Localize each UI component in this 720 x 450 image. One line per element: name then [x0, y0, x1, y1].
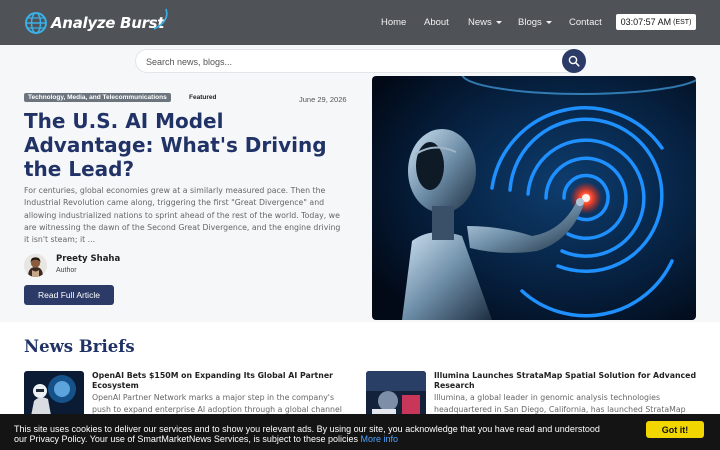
author-avatar — [24, 254, 47, 277]
clock-timezone: (EST) — [673, 18, 692, 26]
search-bar — [135, 49, 586, 73]
category-badge[interactable]: Technology, Media, and Telecommunication… — [24, 93, 171, 102]
globe-icon — [25, 12, 47, 34]
caret-down-icon — [495, 21, 502, 24]
nav-news-dropdown[interactable]: News — [468, 0, 502, 45]
top-navbar: Analyze Burst Home About News Blogs Cont… — [0, 0, 720, 45]
site-logo[interactable]: Analyze Burst — [24, 8, 172, 38]
search-button[interactable] — [562, 49, 586, 73]
cookie-more-info-link[interactable]: More info — [361, 434, 399, 444]
article-excerpt: For centuries, global economies grew at … — [24, 186, 341, 245]
search-icon — [568, 55, 580, 67]
search-input[interactable] — [146, 54, 546, 69]
caret-down-icon — [545, 21, 552, 24]
cookie-accept-button[interactable]: Got it! — [646, 421, 704, 438]
hero-image[interactable] — [372, 76, 696, 320]
brief-title[interactable]: Illumina Launches StrataMap Spatial Solu… — [434, 371, 704, 391]
author-role: Author — [56, 267, 77, 274]
article-date: June 29, 2026 — [299, 95, 347, 104]
nav-about-label: About — [424, 17, 449, 28]
nav-about[interactable]: About — [424, 0, 449, 45]
read-full-article-label: Read Full Article — [38, 290, 100, 300]
brief-title[interactable]: OpenAI Bets $150M on Expanding Its Globa… — [92, 371, 347, 391]
author-name[interactable]: Preety Shaha — [56, 254, 120, 264]
nav-contact-label: Contact — [569, 17, 602, 28]
clock-display: 03:07:57 AM (EST) — [616, 14, 696, 30]
cookie-accept-label: Got it! — [661, 424, 689, 435]
logo-swoosh-icon — [153, 8, 168, 30]
article-title[interactable]: The U.S. AI Model Advantage: What's Driv… — [24, 109, 354, 181]
nav-contact[interactable]: Contact — [569, 0, 602, 45]
read-full-article-button[interactable]: Read Full Article — [24, 285, 114, 305]
nav-home-label: Home — [381, 17, 407, 28]
nav-news-label: News — [468, 17, 492, 28]
clock-time: 03:07:57 AM — [620, 17, 672, 27]
nav-blogs-dropdown[interactable]: Blogs — [518, 0, 552, 45]
brief-excerpt: OpenAI Partner Network marks a major ste… — [92, 393, 342, 414]
logo-text: Analyze Burst — [51, 14, 165, 32]
cookie-message: This site uses cookies to deliver our se… — [14, 424, 614, 444]
nav-home[interactable]: Home — [381, 0, 406, 45]
cookie-text: This site uses cookies to deliver our se… — [14, 424, 600, 444]
brief-excerpt: Illumina, a global leader in genomic ana… — [434, 393, 686, 414]
nav-blogs-label: Blogs — [518, 17, 542, 28]
news-briefs-heading: News Briefs — [24, 337, 135, 356]
featured-label: Featured — [189, 94, 217, 101]
